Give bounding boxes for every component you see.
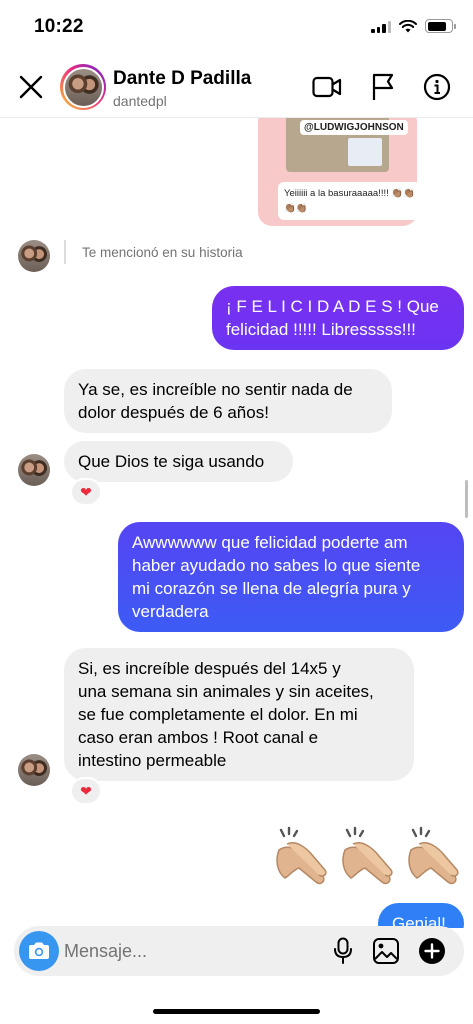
message-bubble-incoming[interactable]: Ya se, es increíble no sentir nada de do… <box>64 369 392 433</box>
message-bubble-outgoing[interactable]: ¡ F E L I C I D A D E S ! Que felicidad … <box>212 286 464 350</box>
signal-icon <box>371 20 391 33</box>
status-icons <box>371 19 456 33</box>
camera-button[interactable] <box>19 931 59 971</box>
clapping-hands-icon <box>408 826 459 885</box>
message-composer <box>14 926 464 976</box>
message-bubble-outgoing[interactable]: Genial! <box>378 903 464 928</box>
sender-avatar[interactable] <box>18 754 50 786</box>
story-mention-notice: Te mencionó en su historia <box>82 245 243 260</box>
clapping-emoji-message[interactable] <box>271 826 463 890</box>
voice-message-button[interactable] <box>328 936 358 966</box>
battery-icon <box>425 19 456 33</box>
gallery-button[interactable] <box>371 936 401 966</box>
scrollbar-thumb[interactable] <box>465 480 468 518</box>
message-bubble-outgoing[interactable]: Awwwwww que felicidad poderte am haber a… <box>118 522 464 632</box>
heart-reaction[interactable]: ❤ <box>70 478 102 506</box>
close-icon <box>19 75 43 99</box>
plus-circle-icon <box>419 938 445 964</box>
story-caption: Yeiiiiii a la basuraaaaa!!!! 👏🏽👏🏽👏🏽👏🏽 <box>278 182 417 221</box>
message-bubble-incoming[interactable]: Que Dios te siga usando <box>64 441 293 482</box>
contact-username: dantedpl <box>113 93 167 109</box>
status-bar: 10:22 <box>0 0 473 56</box>
mention-divider <box>64 240 66 264</box>
more-options-button[interactable] <box>417 936 447 966</box>
message-input[interactable] <box>64 938 294 964</box>
info-button[interactable] <box>422 72 452 102</box>
home-indicator[interactable] <box>153 1009 320 1014</box>
story-mention-tag: @LUDWIGJOHNSON <box>300 120 408 135</box>
video-call-button[interactable] <box>312 72 342 102</box>
story-preview[interactable]: @LUDWIGJOHNSON Yeiiiiii a la basuraaaaa!… <box>258 118 417 226</box>
camera-icon <box>29 942 49 959</box>
conversation-header: Dante D Padilla dantedpl <box>0 56 473 118</box>
flag-icon <box>372 73 394 100</box>
contact-name[interactable]: Dante D Padilla <box>113 68 251 90</box>
sender-avatar[interactable] <box>18 240 50 272</box>
microphone-icon <box>334 937 352 964</box>
close-button[interactable] <box>16 72 46 102</box>
info-icon <box>423 73 451 101</box>
image-icon <box>373 938 399 964</box>
heart-reaction[interactable]: ❤ <box>70 777 102 805</box>
clapping-hands-icon <box>276 826 327 885</box>
message-thread[interactable]: @LUDWIGJOHNSON Yeiiiiii a la basuraaaaa!… <box>0 118 473 928</box>
clapping-hands-icon <box>342 826 393 885</box>
video-camera-icon <box>312 76 342 98</box>
report-button[interactable] <box>368 72 398 102</box>
status-time: 10:22 <box>34 16 84 37</box>
contact-avatar[interactable] <box>60 64 106 110</box>
message-bubble-incoming[interactable]: Si, es increíble después del 14x5 y una … <box>64 648 414 781</box>
wifi-icon <box>399 19 417 32</box>
sender-avatar[interactable] <box>18 454 50 486</box>
